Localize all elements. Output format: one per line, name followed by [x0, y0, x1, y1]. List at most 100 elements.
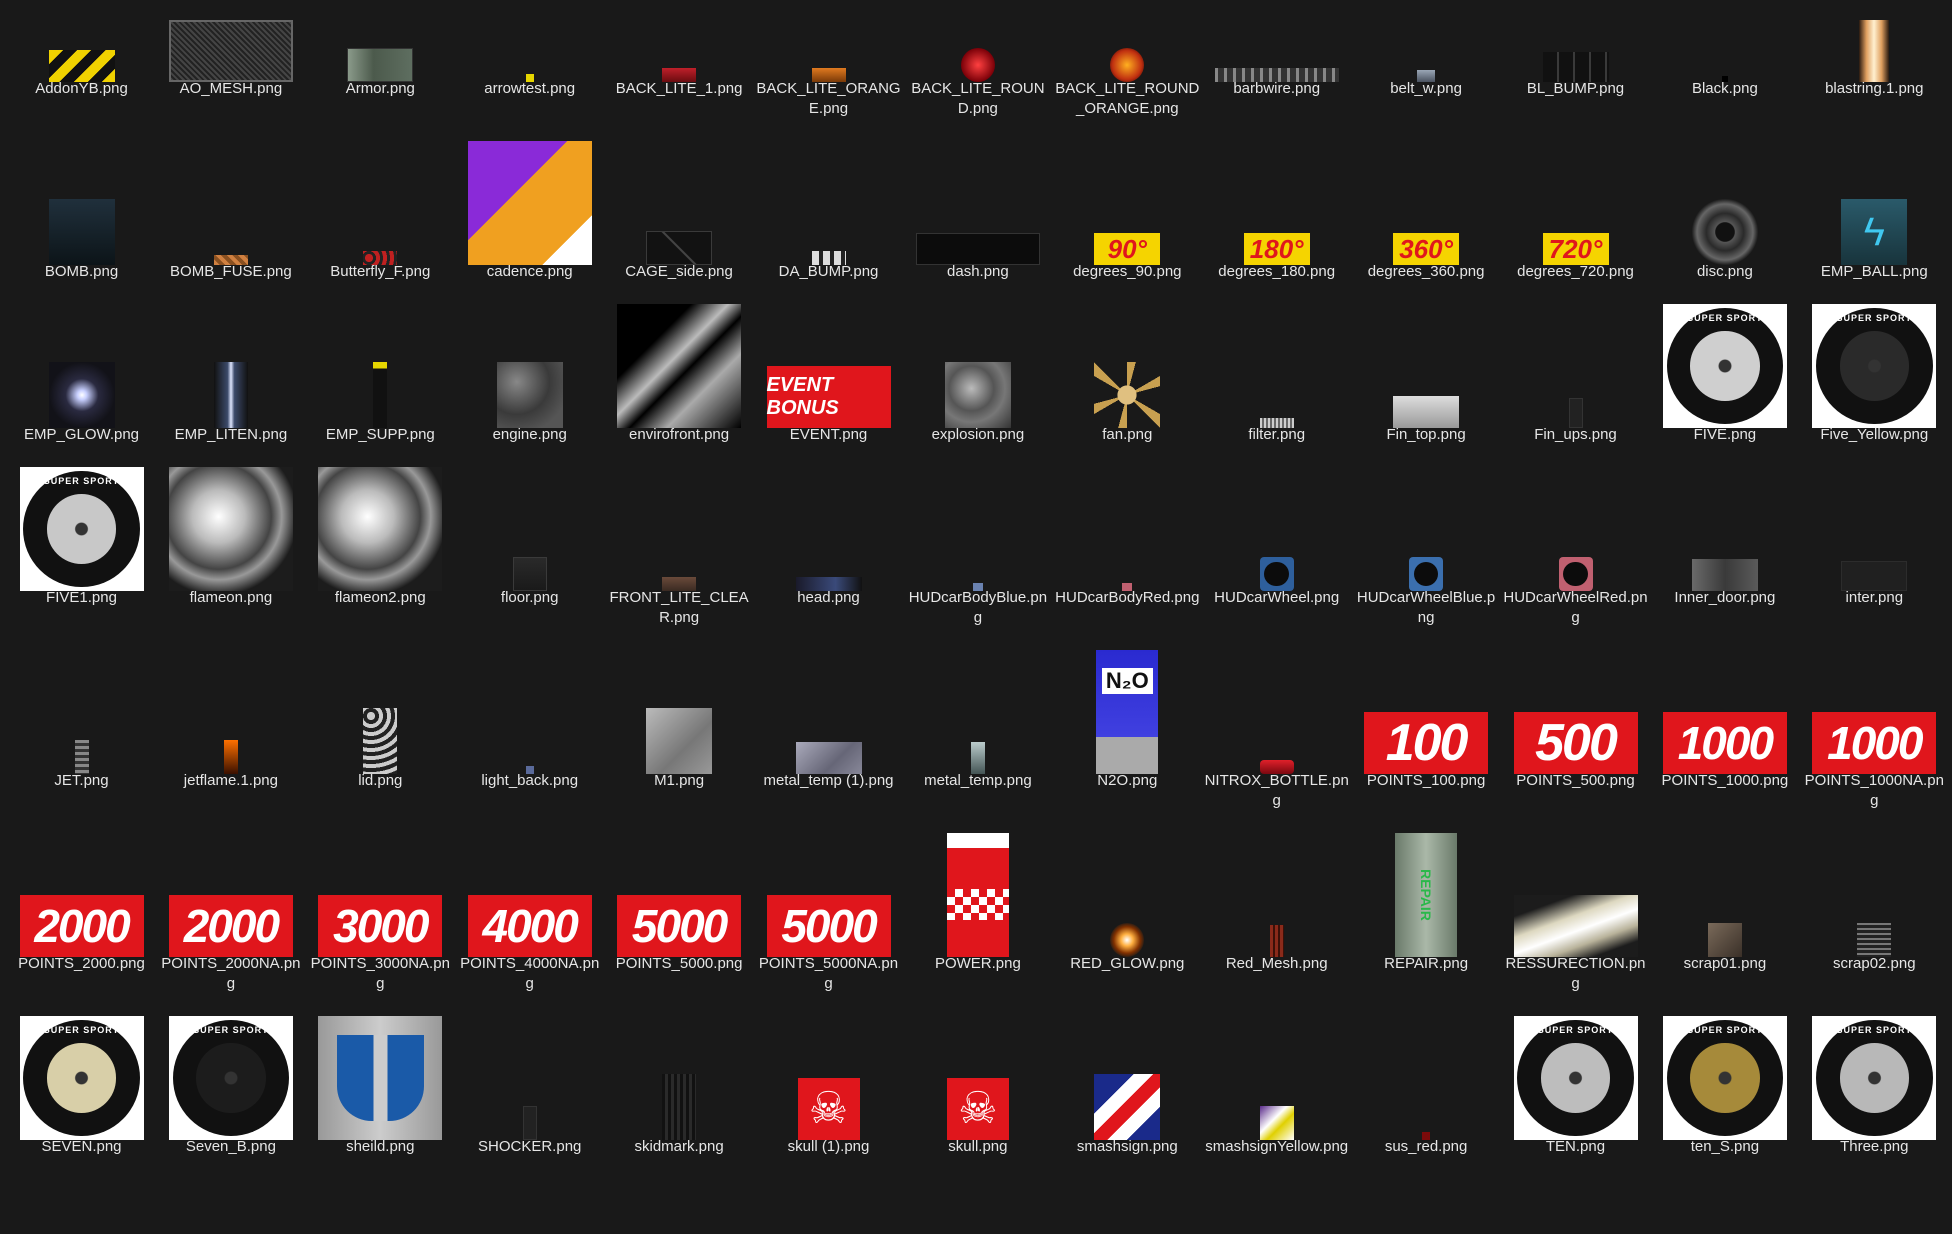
file-item[interactable]: jetflame.1.png [156, 690, 305, 868]
file-item[interactable]: SUPER SPORT TEN.png [1501, 1016, 1650, 1234]
file-item[interactable]: NITROX_BOTTLE.png [1202, 690, 1351, 868]
file-thumbnail-frame: SUPER SPORT [156, 1016, 305, 1140]
file-thumbnail [1094, 362, 1161, 428]
file-item[interactable]: BOMB.png [7, 181, 156, 359]
file-item[interactable]: SUPER SPORT Three.png [1800, 1016, 1949, 1234]
file-item[interactable]: cadence.png [455, 141, 604, 359]
file-item[interactable]: ☠ skull.png [903, 1056, 1052, 1234]
file-item[interactable]: lid.png [306, 690, 455, 868]
file-item[interactable]: M1.png [605, 690, 754, 868]
file-item[interactable]: BL_BUMP.png [1501, 0, 1650, 176]
file-item[interactable]: 720° degrees_720.png [1501, 181, 1650, 359]
file-item[interactable]: BACK_LITE_ROUND.png [903, 0, 1052, 176]
file-item[interactable]: EVENT BONUS EVENT.png [754, 344, 903, 522]
file-item[interactable]: 5000 POINTS_5000.png [605, 873, 754, 1051]
file-item[interactable]: 1000 POINTS_1000NA.png [1800, 690, 1949, 868]
file-item[interactable]: engine.png [455, 344, 604, 522]
file-item[interactable]: SHOCKER.png [455, 1056, 604, 1234]
file-item[interactable]: BACK_LITE_ROUND_ORANGE.png [1053, 0, 1202, 176]
file-thumbnail-frame: ϟ [1800, 181, 1949, 265]
file-item[interactable]: HUDcarWheel.png [1202, 507, 1351, 685]
file-item[interactable]: Black.png [1650, 0, 1799, 176]
file-item[interactable]: head.png [754, 507, 903, 685]
file-item[interactable]: Butterfly_F.png [306, 181, 455, 359]
file-item[interactable]: fan.png [1053, 344, 1202, 522]
file-name: POINTS_3000NA.png [310, 955, 450, 992]
file-item[interactable]: Fin_top.png [1352, 344, 1501, 522]
file-item[interactable]: floor.png [455, 507, 604, 685]
file-thumbnail [1269, 925, 1284, 957]
file-item[interactable]: sheild.png [306, 1016, 455, 1234]
file-thumbnail-frame [7, 181, 156, 265]
file-thumbnail-frame: 100 [1352, 690, 1501, 774]
file-item[interactable]: HUDcarWheelRed.png [1501, 507, 1650, 685]
file-thumbnail: ☠ [946, 1078, 1009, 1140]
file-item[interactable]: AO_MESH.png [156, 0, 305, 176]
file-item[interactable]: SUPER SPORT ten_S.png [1650, 1016, 1799, 1234]
file-name: filter.png [1248, 426, 1306, 443]
file-item[interactable]: smashsign.png [1053, 1056, 1202, 1234]
file-item[interactable]: RED_GLOW.png [1053, 873, 1202, 1051]
file-item[interactable]: BACK_LITE_ORANGE.png [754, 0, 903, 176]
file-item[interactable]: inter.png [1800, 507, 1949, 685]
file-item[interactable]: 5000 POINTS_5000NA.png [754, 873, 903, 1051]
file-item[interactable]: BOMB_FUSE.png [156, 181, 305, 359]
file-thumbnail-frame [754, 0, 903, 82]
file-item[interactable]: HUDcarWheelBlue.png [1352, 507, 1501, 685]
file-item[interactable]: ☠ skull (1).png [754, 1056, 903, 1234]
file-item[interactable]: filter.png [1202, 344, 1351, 522]
file-thumbnail-frame [1352, 344, 1501, 428]
file-item[interactable]: JET.png [7, 690, 156, 868]
file-name: FRONT_LITE_CLEAR.png [609, 589, 749, 626]
file-item[interactable]: metal_temp (1).png [754, 690, 903, 868]
file-item[interactable]: SUPER SPORT Seven_B.png [156, 1016, 305, 1234]
file-item[interactable]: light_back.png [455, 690, 604, 868]
file-name: metal_temp (1).png [763, 772, 894, 789]
file-name: EMP_LITEN.png [174, 426, 288, 443]
file-item[interactable]: FRONT_LITE_CLEAR.png [605, 507, 754, 685]
file-item[interactable]: dash.png [903, 181, 1052, 359]
file-thumbnail [662, 1074, 697, 1140]
file-item[interactable]: Fin_ups.png [1501, 344, 1650, 522]
file-item[interactable]: 360° degrees_360.png [1352, 181, 1501, 359]
file-item[interactable]: 90° degrees_90.png [1053, 181, 1202, 359]
tire-rim [1690, 1043, 1760, 1113]
tire-brand: SUPER SPORT [1687, 312, 1763, 323]
file-item[interactable]: Armor.png [306, 0, 455, 176]
tire-thumbnail: SUPER SPORT [1812, 1016, 1937, 1140]
file-item[interactable]: N₂O N2O.png [1053, 650, 1202, 868]
file-name: Three.png [1840, 1138, 1909, 1155]
file-item[interactable]: SUPER SPORT FIVE1.png [7, 467, 156, 685]
file-item[interactable]: BACK_LITE_1.png [605, 0, 754, 176]
file-thumbnail-frame [7, 690, 156, 774]
file-item[interactable]: flameon2.png [306, 467, 455, 685]
file-item[interactable]: Red_Mesh.png [1202, 873, 1351, 1051]
file-item[interactable]: belt_w.png [1352, 0, 1501, 176]
tire-rim [1690, 331, 1760, 401]
file-item[interactable]: REPAIR REPAIR.png [1352, 833, 1501, 1051]
file-item[interactable]: barbwire.png [1202, 0, 1351, 176]
file-item[interactable]: 1000 POINTS_1000.png [1650, 690, 1799, 868]
file-item[interactable]: 4000 POINTS_4000NA.png [455, 873, 604, 1051]
file-item[interactable]: smashsignYellow.png [1202, 1056, 1351, 1234]
file-item[interactable]: skidmark.png [605, 1056, 754, 1234]
file-item[interactable]: envirofront.png [605, 304, 754, 522]
file-item[interactable]: SUPER SPORT SEVEN.png [7, 1016, 156, 1234]
file-item[interactable]: HUDcarBodyBlue.png [903, 507, 1052, 685]
file-thumbnail: 180° [1243, 233, 1310, 265]
tire-thumbnail: SUPER SPORT [1662, 1016, 1787, 1140]
file-item[interactable]: 500 POINTS_500.png [1501, 690, 1650, 868]
file-thumbnail [1393, 396, 1460, 428]
file-name: Black.png [1691, 80, 1758, 97]
file-item[interactable]: blastring.1.png [1800, 0, 1949, 176]
file-item[interactable]: Inner_door.png [1650, 507, 1799, 685]
file-item[interactable]: POWER.png [903, 833, 1052, 1051]
file-item[interactable]: SUPER SPORT Five_Yellow.png [1800, 304, 1949, 522]
file-item[interactable]: explosion.png [903, 344, 1052, 522]
file-item[interactable]: sus_red.png [1352, 1056, 1501, 1234]
file-item[interactable]: SUPER SPORT FIVE.png [1650, 304, 1799, 522]
file-item[interactable]: 180° degrees_180.png [1202, 181, 1351, 359]
file-item[interactable]: DA_BUMP.png [754, 181, 903, 359]
file-item[interactable]: AddonYB.png [7, 0, 156, 176]
file-item[interactable]: flameon.png [156, 467, 305, 685]
